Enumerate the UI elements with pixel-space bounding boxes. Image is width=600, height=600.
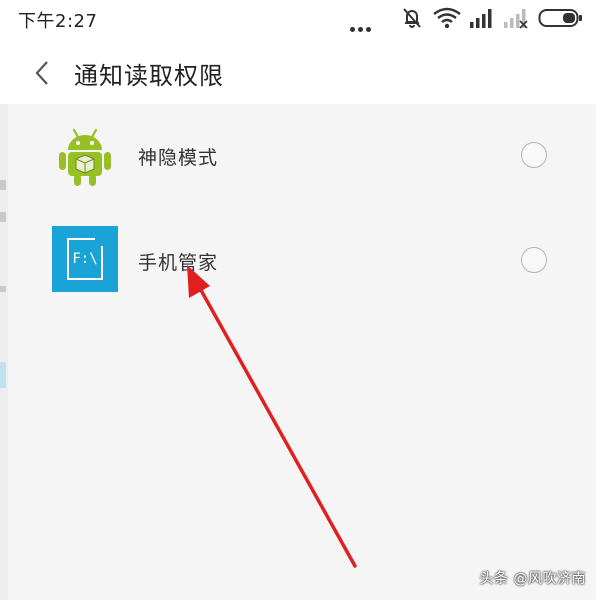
watermark: 头条 @风吹济南 [479, 571, 586, 587]
red-annotation-arrow [187, 265, 357, 568]
